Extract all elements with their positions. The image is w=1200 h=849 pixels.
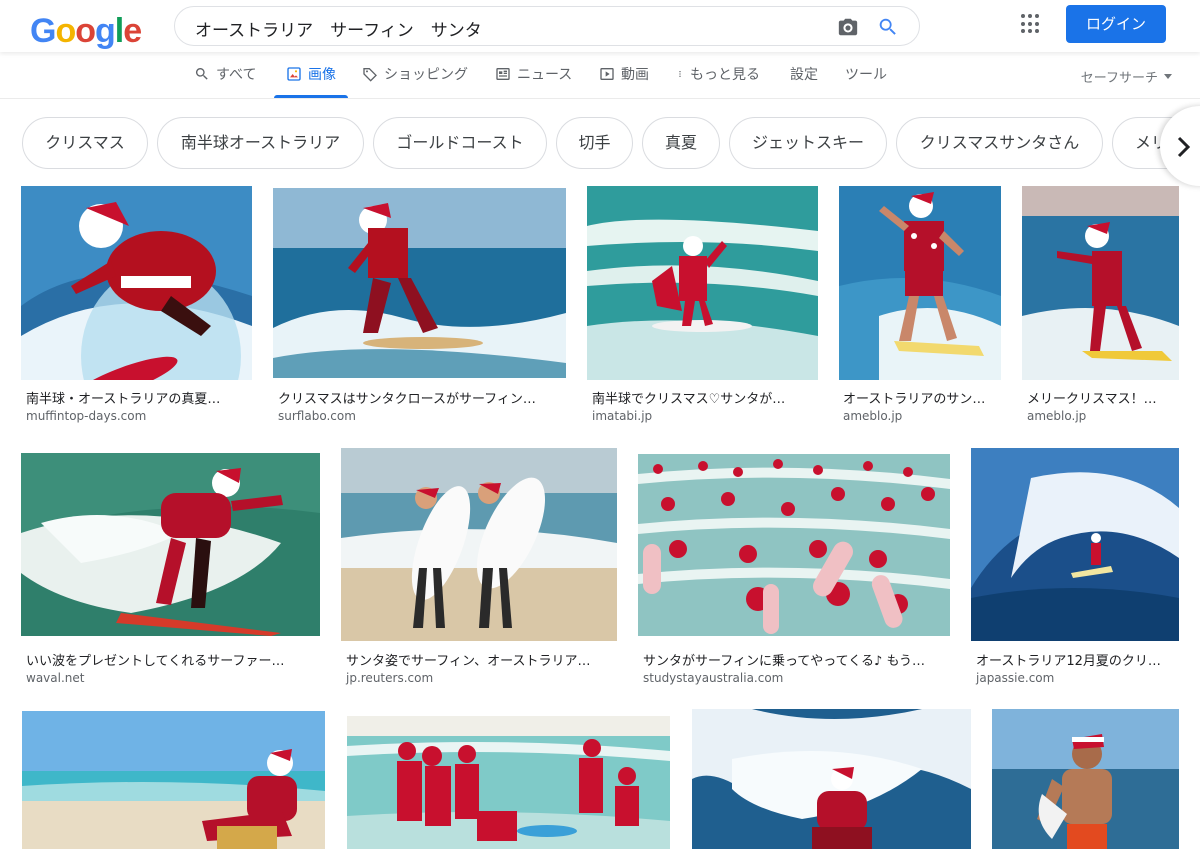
result-thumbnail[interactable]	[22, 711, 325, 849]
result-thumbnail[interactable]	[273, 188, 566, 378]
caret-down-icon	[1164, 74, 1172, 79]
result-thumbnail[interactable]	[587, 186, 818, 380]
result-caption[interactable]: オーストラリア12月夏のクリ…	[976, 650, 1176, 669]
tab-shopping[interactable]: ショッピング	[362, 64, 468, 84]
result-caption[interactable]: 南半球でクリスマス♡サンタが…	[592, 388, 814, 407]
result-caption[interactable]: いい波をプレゼントしてくれるサーファー…	[26, 650, 316, 669]
chip[interactable]: クリスマス	[22, 117, 148, 169]
top-bar: Google オーストラリア サーフィン サンタ ログイン	[0, 0, 1200, 52]
tab-images[interactable]: 画像	[286, 64, 336, 84]
tab-more[interactable]: もっと見る	[676, 64, 760, 84]
video-icon	[600, 68, 614, 80]
google-logo[interactable]: Google	[30, 12, 142, 50]
chip[interactable]: ジェットスキー	[729, 117, 887, 169]
result-domain[interactable]: muffintop-days.com	[26, 409, 146, 423]
chip[interactable]: 真夏	[642, 117, 720, 169]
result-thumbnail[interactable]	[1022, 186, 1179, 380]
result-domain[interactable]: ameblo.jp	[843, 409, 902, 423]
safesearch-menu[interactable]: セーフサーチ	[1081, 67, 1172, 86]
apps-grid-icon[interactable]	[1021, 14, 1041, 34]
result-thumbnail[interactable]	[971, 448, 1179, 641]
search-icon[interactable]	[877, 16, 899, 38]
result-thumbnail[interactable]	[21, 453, 320, 636]
search-icon	[195, 68, 208, 80]
result-domain[interactable]: surflabo.com	[278, 409, 356, 423]
result-thumbnail[interactable]	[638, 454, 950, 636]
result-domain[interactable]: jp.reuters.com	[346, 671, 433, 685]
chip[interactable]: 南半球オーストラリア	[157, 117, 364, 169]
result-thumbnail[interactable]	[21, 186, 252, 380]
login-button[interactable]: ログイン	[1066, 5, 1166, 43]
result-domain[interactable]: studystayaustralia.com	[643, 671, 783, 685]
news-icon	[496, 68, 510, 80]
tab-news[interactable]: ニュース	[495, 64, 572, 84]
search-input[interactable]: オーストラリア サーフィン サンタ	[195, 16, 482, 41]
result-thumbnail[interactable]	[341, 448, 617, 641]
result-thumbnail[interactable]	[839, 186, 1001, 380]
result-thumbnail[interactable]	[347, 716, 670, 849]
chevron-right-icon	[1177, 136, 1191, 158]
tab-all[interactable]: すべて	[194, 64, 256, 84]
active-tab-indicator	[274, 95, 348, 98]
result-domain[interactable]: japassie.com	[976, 671, 1054, 685]
chip[interactable]: ゴールドコースト	[373, 117, 547, 169]
chip[interactable]: 切手	[556, 117, 633, 169]
result-caption[interactable]: クリスマスはサンタクロースがサーフィン…	[278, 388, 558, 407]
result-thumbnail[interactable]	[992, 709, 1179, 849]
chip[interactable]: クリスマスサンタさん	[896, 117, 1103, 169]
tab-videos[interactable]: 動画	[599, 64, 649, 84]
more-vert-icon	[679, 71, 681, 77]
result-caption[interactable]: サンタ姿でサーフィン、オーストラリア…	[346, 650, 614, 669]
tag-icon	[363, 68, 377, 82]
search-tabs: すべて 画像 ショッピング ニュース 動画 もっと見る 設定 ツール セーフサー…	[0, 52, 1200, 99]
search-box[interactable]: オーストラリア サーフィン サンタ	[174, 6, 920, 46]
tab-settings[interactable]: 設定	[790, 64, 818, 84]
result-domain[interactable]: imatabi.jp	[592, 409, 652, 423]
camera-icon[interactable]	[837, 16, 859, 38]
image-icon	[287, 67, 301, 81]
result-caption[interactable]: メリークリスマス！…	[1027, 388, 1167, 407]
result-domain[interactable]: ameblo.jp	[1027, 409, 1086, 423]
related-searches-chips: クリスマス 南半球オーストラリア ゴールドコースト 切手 真夏 ジェットスキー …	[0, 116, 1200, 170]
result-caption[interactable]: オーストラリアのサン…	[843, 388, 999, 407]
result-thumbnail[interactable]	[692, 709, 971, 849]
tab-tools[interactable]: ツール	[845, 64, 887, 84]
result-domain[interactable]: waval.net	[26, 671, 84, 685]
result-caption[interactable]: サンタがサーフィンに乗ってやってくる♪ もう…	[643, 650, 946, 669]
result-caption[interactable]: 南半球・オーストラリアの真夏…	[26, 388, 248, 407]
